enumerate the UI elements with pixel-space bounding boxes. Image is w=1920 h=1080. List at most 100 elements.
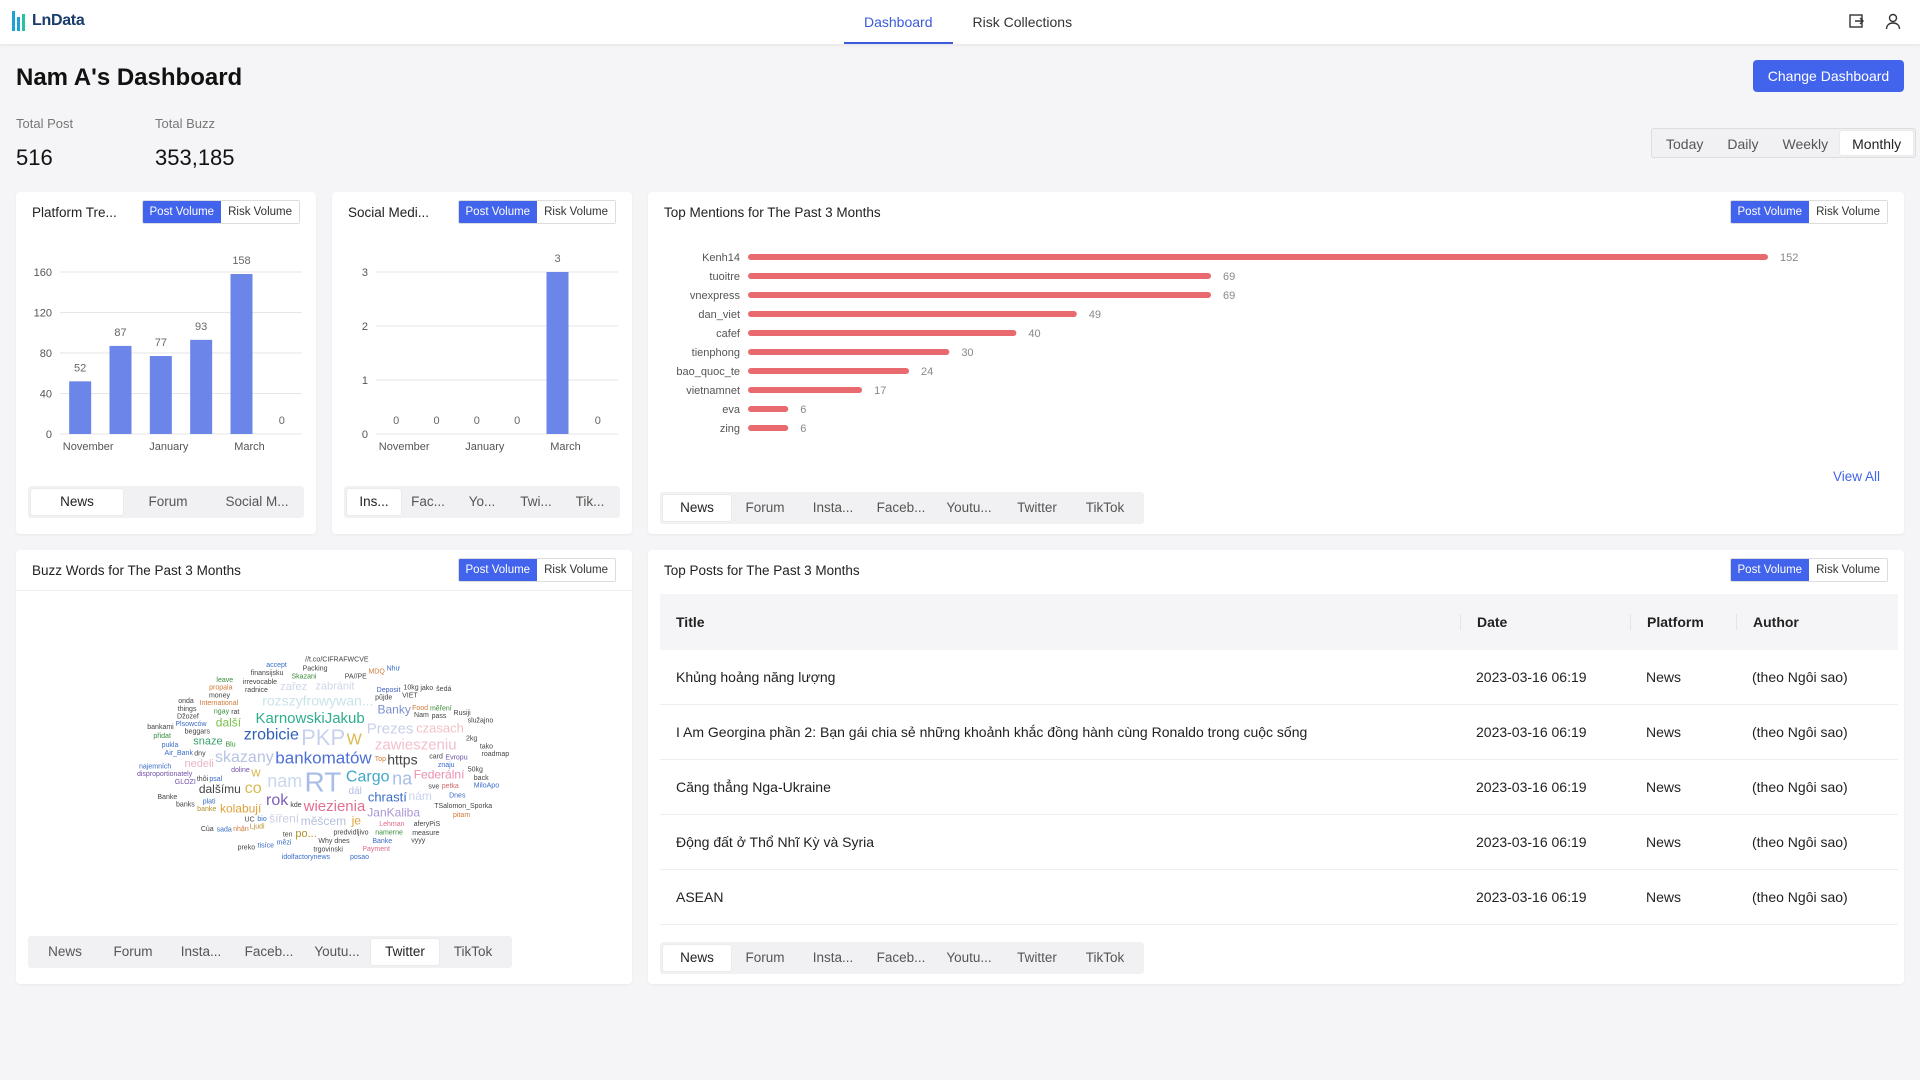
buzz-word[interactable]: bankami: [147, 724, 174, 731]
buzz-word[interactable]: služajno: [468, 717, 494, 724]
buzz-word[interactable]: propala: [209, 684, 232, 691]
buzz-word[interactable]: Banky: [377, 703, 410, 717]
buzz-word[interactable]: w: [250, 764, 261, 779]
buzz-word[interactable]: kde: [290, 802, 301, 809]
tab-twitter[interactable]: Twitter: [1003, 495, 1071, 521]
buzz-word[interactable]: sada: [217, 827, 232, 834]
tab-tiktok[interactable]: Tik...: [563, 489, 617, 515]
buzz-word[interactable]: Blu: [225, 742, 235, 749]
buzz-word[interactable]: TSalomon_Sporka: [434, 803, 492, 810]
buzz-word[interactable]: money: [209, 693, 231, 700]
tab-twitter[interactable]: Twi...: [509, 489, 563, 515]
period-daily[interactable]: Daily: [1715, 131, 1770, 155]
post-volume-toggle[interactable]: Post Volume: [1730, 559, 1810, 581]
buzz-word[interactable]: Rusiji: [454, 710, 472, 717]
period-today[interactable]: Today: [1654, 131, 1715, 155]
tab-facebook[interactable]: Fac...: [401, 489, 455, 515]
buzz-word[interactable]: mězi: [277, 839, 292, 846]
tab-tiktok[interactable]: TikTok: [1071, 495, 1139, 521]
buzz-word[interactable]: aferyPiS: [414, 821, 441, 828]
app-logo[interactable]: LnData: [12, 9, 85, 33]
buzz-word[interactable]: radnice: [245, 687, 268, 694]
buzz-word[interactable]: UC: [245, 816, 255, 823]
mention-bar[interactable]: [748, 425, 789, 431]
tab-instagram[interactable]: Insta...: [799, 495, 867, 521]
platform-trend-bar[interactable]: [230, 274, 253, 434]
buzz-word[interactable]: //t.co/CIFRAFWCVE: [305, 656, 369, 663]
tab-twitter[interactable]: Twitter: [371, 939, 439, 965]
buzz-word[interactable]: Why: [318, 838, 333, 845]
buzz-word[interactable]: KarnowskiJakub: [256, 710, 365, 727]
buzz-word[interactable]: znaju: [438, 762, 455, 769]
buzz-word[interactable]: rok: [266, 792, 289, 809]
buzz-word[interactable]: things: [178, 706, 197, 713]
buzz-word[interactable]: nam: [267, 771, 302, 791]
buzz-word[interactable]: idolfactorynews: [282, 854, 331, 861]
platform-trend-bar[interactable]: [69, 381, 92, 434]
buzz-word[interactable]: 10kg: [404, 684, 419, 691]
nav-tab-risk-collections[interactable]: Risk Collections: [953, 0, 1093, 44]
buzz-word[interactable]: JanKaliba: [367, 805, 420, 819]
mention-bar[interactable]: [748, 311, 1077, 317]
buzz-word[interactable]: Air_Bank: [165, 750, 194, 757]
buzz-word[interactable]: Prezes: [367, 720, 414, 737]
buzz-word[interactable]: zabránit: [315, 681, 354, 693]
buzz-word[interactable]: ten: [283, 832, 293, 839]
buzz-word[interactable]: sve: [428, 783, 439, 790]
buzz-word[interactable]: irrevocable: [243, 679, 277, 686]
post-volume-toggle[interactable]: Post Volume: [1730, 201, 1810, 223]
buzz-word[interactable]: Cargo: [346, 768, 390, 785]
buzz-word[interactable]: tako: [480, 743, 493, 750]
post-title[interactable]: Khủng hoảng năng lượng: [660, 669, 1460, 685]
buzz-word[interactable]: rozszyfrowywan...: [262, 693, 373, 709]
tab-instagram[interactable]: Insta...: [799, 945, 867, 971]
buzz-word[interactable]: nhận: [233, 826, 249, 833]
platform-trend-bar[interactable]: [109, 345, 132, 434]
buzz-word[interactable]: zrobicie: [244, 727, 299, 744]
buzz-word[interactable]: roadmap: [482, 751, 510, 758]
buzz-word[interactable]: posao: [350, 854, 369, 861]
tab-youtube[interactable]: Youtu...: [303, 939, 371, 965]
platform-trend-bar[interactable]: [190, 339, 213, 434]
social-media-bar[interactable]: [546, 272, 569, 434]
buzz-word[interactable]: trgovinski: [313, 847, 343, 854]
buzz-word[interactable]: back: [474, 775, 489, 782]
buzz-word[interactable]: vyyy: [411, 838, 426, 845]
buzz-word[interactable]: Ljudi: [250, 824, 265, 831]
post-title[interactable]: I Am Georgina phần 2: Bạn gái chia sẻ nh…: [660, 724, 1460, 740]
buzz-word[interactable]: snaze: [193, 736, 222, 748]
tab-forum[interactable]: Forum: [731, 945, 799, 971]
buzz-word[interactable]: ngay: [214, 708, 230, 715]
risk-volume-toggle[interactable]: Risk Volume: [537, 559, 615, 581]
buzz-word[interactable]: finansijsku: [251, 670, 284, 677]
buzz-word[interactable]: jako: [419, 685, 433, 692]
buzz-word[interactable]: šíření: [269, 811, 300, 825]
buzz-word[interactable]: RT: [305, 766, 342, 797]
tab-instagram[interactable]: Ins...: [347, 489, 401, 515]
table-row[interactable]: ASEAN 2023-03-16 06:19 News (theo Ngôi s…: [660, 870, 1898, 925]
buzz-word[interactable]: bio: [257, 816, 266, 823]
buzz-word[interactable]: namerne: [375, 829, 403, 836]
tab-facebook[interactable]: Faceb...: [867, 945, 935, 971]
buzz-word[interactable]: je: [351, 814, 362, 828]
tab-news[interactable]: News: [663, 945, 731, 971]
tab-social-media[interactable]: Social M...: [213, 489, 301, 515]
mention-bar[interactable]: [748, 349, 950, 355]
buzz-word[interactable]: najemních: [139, 764, 171, 771]
buzz-word[interactable]: preko: [238, 844, 256, 851]
buzz-word[interactable]: MiloApo: [474, 782, 499, 789]
buzz-word[interactable]: petka: [442, 783, 459, 790]
buzz-word[interactable]: International: [200, 700, 239, 707]
platform-trend-bar[interactable]: [149, 356, 172, 434]
post-title[interactable]: Căng thẳng Nga-Ukraine: [660, 779, 1460, 795]
post-volume-toggle[interactable]: Post Volume: [142, 201, 222, 223]
tab-tiktok[interactable]: TikTok: [1071, 945, 1139, 971]
buzz-word[interactable]: chrastí: [368, 789, 407, 804]
table-row[interactable]: Khủng hoảng năng lượng 2023-03-16 06:19 …: [660, 650, 1898, 705]
buzz-word[interactable]: skazany: [215, 749, 274, 766]
buzz-word[interactable]: accept: [266, 662, 287, 669]
buzz-word[interactable]: measure: [412, 830, 439, 837]
buzz-word[interactable]: Top: [375, 756, 386, 763]
buzz-word[interactable]: tisíce: [258, 843, 274, 850]
buzz-word[interactable]: dny: [194, 751, 206, 758]
